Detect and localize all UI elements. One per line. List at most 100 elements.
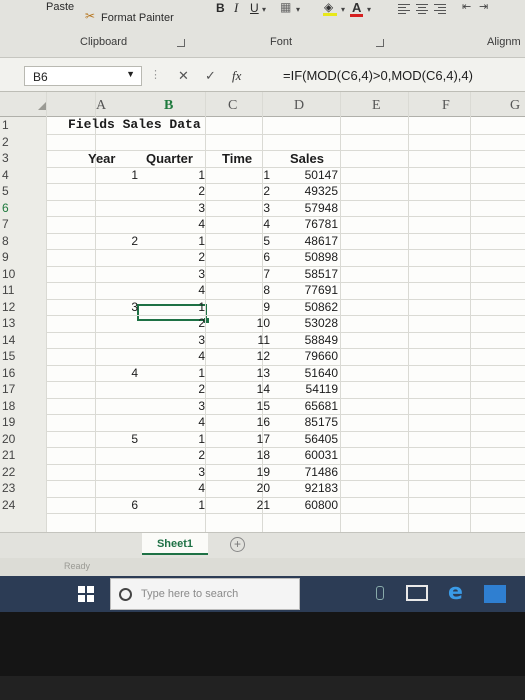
spreadsheet-grid[interactable]: ABCDEFG 1 2 3 4 5 6 7 8 9 10 11 12 13 14 15 16 17 18 19 20 2…: [0, 92, 525, 532]
cell-quarter[interactable]: 4: [150, 283, 205, 297]
cell-quarter[interactable]: 4: [150, 481, 205, 495]
cell-sales[interactable]: 48617: [290, 234, 338, 248]
cell-quarter[interactable]: 4: [150, 349, 205, 363]
paste-button[interactable]: Paste: [46, 1, 74, 13]
cell-quarter[interactable]: 3: [150, 201, 205, 215]
cell-time[interactable]: 18: [220, 448, 270, 462]
cell-year[interactable]: 4: [96, 366, 138, 380]
name-box-dropdown-icon[interactable]: ▼: [126, 69, 135, 79]
cell-quarter[interactable]: 2: [150, 316, 205, 330]
cell-time[interactable]: 8: [220, 283, 270, 297]
cell-sales[interactable]: 53028: [290, 316, 338, 330]
cell-year[interactable]: 6: [96, 498, 138, 512]
cell-time[interactable]: 9: [220, 300, 270, 314]
cell-quarter[interactable]: 1: [150, 300, 205, 314]
align-right-icon[interactable]: [434, 4, 446, 14]
task-view-icon[interactable]: [406, 585, 428, 601]
name-box[interactable]: B6 ▼: [24, 66, 142, 86]
cell-time[interactable]: 21: [220, 498, 270, 512]
cell-time[interactable]: 17: [220, 432, 270, 446]
cell-sales[interactable]: 71486: [290, 465, 338, 479]
bold-button[interactable]: B: [216, 1, 225, 15]
row-header-5[interactable]: 5: [2, 184, 46, 198]
cell-quarter[interactable]: 2: [150, 184, 205, 198]
cell-year[interactable]: 1: [96, 168, 138, 182]
row-header-1[interactable]: 1: [2, 118, 46, 132]
cell-quarter[interactable]: 1: [150, 234, 205, 248]
cell-quarter[interactable]: 2: [150, 448, 205, 462]
cell-sales[interactable]: 77691: [290, 283, 338, 297]
cell-time[interactable]: 16: [220, 415, 270, 429]
cell-sales[interactable]: 79660: [290, 349, 338, 363]
row-header-6[interactable]: 6: [2, 201, 46, 215]
row-header-24[interactable]: 24: [2, 498, 46, 512]
cell-time[interactable]: 1: [220, 168, 270, 182]
cell-time[interactable]: 15: [220, 399, 270, 413]
header-sales[interactable]: Sales: [290, 151, 324, 166]
cell-sales[interactable]: 58849: [290, 333, 338, 347]
cell-year[interactable]: 5: [96, 432, 138, 446]
row-header-7[interactable]: 7: [2, 217, 46, 231]
cell-time[interactable]: 3: [220, 201, 270, 215]
column-header-b[interactable]: B: [164, 98, 173, 114]
windows-start-icon[interactable]: [78, 586, 94, 602]
cell-sales[interactable]: 57948: [290, 201, 338, 215]
fill-color-icon[interactable]: ◈: [324, 0, 333, 14]
row-header-3[interactable]: 3: [2, 151, 46, 165]
cell-time[interactable]: 4: [220, 217, 270, 231]
cell-sales[interactable]: 50862: [290, 300, 338, 314]
cell-time[interactable]: 6: [220, 250, 270, 264]
cell-year[interactable]: 2: [96, 234, 138, 248]
tab-sheet1[interactable]: Sheet1: [142, 533, 208, 555]
cell-sales[interactable]: 54119: [290, 382, 338, 396]
cell-sales[interactable]: 85175: [290, 415, 338, 429]
cell-quarter[interactable]: 1: [150, 168, 205, 182]
row-header-10[interactable]: 10: [2, 267, 46, 281]
row-header-14[interactable]: 14: [2, 333, 46, 347]
taskbar-search-box[interactable]: Type here to search: [110, 578, 300, 610]
column-header-e[interactable]: E: [372, 98, 381, 114]
row-header-12[interactable]: 12: [2, 300, 46, 314]
cell-time[interactable]: 20: [220, 481, 270, 495]
column-header-c[interactable]: C: [228, 98, 237, 114]
font-launcher-icon[interactable]: [376, 39, 384, 47]
cell-time[interactable]: 13: [220, 366, 270, 380]
row-header-18[interactable]: 18: [2, 399, 46, 413]
row-header-9[interactable]: 9: [2, 250, 46, 264]
row-header-20[interactable]: 20: [2, 432, 46, 446]
cell-quarter[interactable]: 4: [150, 217, 205, 231]
edge-browser-icon[interactable]: e: [448, 580, 463, 605]
format-painter-button[interactable]: Format Painter: [101, 12, 174, 24]
borders-icon[interactable]: ▦: [280, 0, 291, 14]
cell-sales[interactable]: 76781: [290, 217, 338, 231]
cell-quarter[interactable]: 2: [150, 382, 205, 396]
cell-quarter[interactable]: 1: [150, 366, 205, 380]
cell-quarter[interactable]: 3: [150, 333, 205, 347]
cell-time[interactable]: 12: [220, 349, 270, 363]
cell-sales[interactable]: 56405: [290, 432, 338, 446]
row-header-15[interactable]: 15: [2, 349, 46, 363]
cell-time[interactable]: 14: [220, 382, 270, 396]
row-header-17[interactable]: 17: [2, 382, 46, 396]
column-header-g[interactable]: G: [510, 98, 520, 114]
cell-quarter[interactable]: 1: [150, 498, 205, 512]
cell-time[interactable]: 7: [220, 267, 270, 281]
row-header-11[interactable]: 11: [2, 283, 46, 297]
cell-sales[interactable]: 60031: [290, 448, 338, 462]
cell-sales[interactable]: 51640: [290, 366, 338, 380]
row-header-21[interactable]: 21: [2, 448, 46, 462]
align-left-icon[interactable]: [398, 4, 410, 14]
cell-sales[interactable]: 65681: [290, 399, 338, 413]
store-icon[interactable]: [484, 585, 506, 603]
cell-sales[interactable]: 49325: [290, 184, 338, 198]
insert-function-button[interactable]: fx: [232, 68, 241, 84]
increase-indent-icon[interactable]: ⇥: [479, 0, 488, 13]
cell-quarter[interactable]: 4: [150, 415, 205, 429]
cell-time[interactable]: 5: [220, 234, 270, 248]
cell-sales[interactable]: 60800: [290, 498, 338, 512]
cancel-icon[interactable]: ✕: [178, 68, 189, 84]
cell-quarter[interactable]: 3: [150, 399, 205, 413]
italic-button[interactable]: I: [234, 0, 238, 16]
align-center-icon[interactable]: [416, 4, 428, 14]
row-header-4[interactable]: 4: [2, 168, 46, 182]
